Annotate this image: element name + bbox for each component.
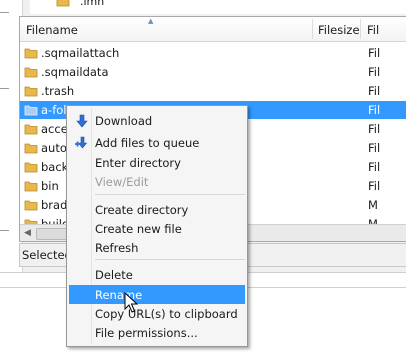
menu-item-file-permissions[interactable]: File permissions...: [69, 323, 245, 342]
column-filename[interactable]: Filename: [26, 23, 78, 37]
menu-item-create-new-file[interactable]: Create new file: [69, 219, 245, 238]
file-type: Fil: [368, 160, 381, 174]
folder-icon: [56, 0, 70, 7]
menu-item-enter-directory[interactable]: Enter directory: [69, 153, 245, 172]
tree-guide: [0, 12, 9, 13]
folder-icon: [24, 179, 38, 192]
menu-item-create-directory[interactable]: Create directory: [69, 200, 245, 219]
sort-indicator-icon: ▲: [148, 17, 154, 25]
file-name: bin: [41, 179, 59, 193]
menu-item-label: Create directory: [95, 203, 189, 217]
menu-item-rename[interactable]: Rename: [69, 285, 245, 304]
context-menu: Download Add files to queue Enter director…: [66, 105, 248, 347]
column-divider[interactable]: [360, 19, 361, 39]
file-type: Fil: [368, 46, 381, 60]
status-text: Selected: [22, 248, 72, 262]
folder-icon: [24, 46, 38, 59]
download-arrow-icon: [76, 114, 88, 128]
menu-item-label: View/Edit: [95, 175, 149, 189]
file-row[interactable]: .sqmaildata Fil: [20, 63, 406, 81]
tree-guide: [0, 230, 9, 231]
file-row[interactable]: .sqmailattach Fil: [20, 44, 406, 62]
menu-item-label: Delete: [95, 268, 133, 282]
file-type: Fil: [368, 141, 381, 155]
column-header: ▲ Filename Filesize Fil: [20, 17, 406, 42]
file-type: Fil: [368, 179, 381, 193]
file-type: Fil: [368, 103, 381, 117]
file-type: Fil: [368, 122, 381, 136]
mouse-pointer-icon: [124, 292, 138, 313]
scroll-left-arrow-icon[interactable]: ◀: [24, 228, 31, 238]
menu-item-label: File permissions...: [95, 326, 198, 340]
folder-icon: [24, 198, 38, 211]
folder-icon: [24, 141, 38, 154]
add-to-queue-icon: [75, 136, 88, 149]
menu-item-view-edit: View/Edit: [69, 172, 245, 191]
file-name: .sqmailattach: [41, 46, 120, 60]
menu-item-label: Enter directory: [95, 156, 181, 170]
file-type: Fil: [368, 65, 381, 79]
file-name: .trash: [41, 84, 75, 98]
column-divider[interactable]: [312, 19, 313, 39]
menu-item-copy-url-s-to-clipboard[interactable]: Copy URL(s) to clipboard: [69, 304, 245, 323]
file-name: .sqmaildata: [41, 65, 109, 79]
file-type: Fil: [368, 84, 381, 98]
menu-item-add-files-to-queue[interactable]: Add files to queue: [69, 133, 245, 152]
folder-icon: [24, 84, 38, 97]
folder-icon: [24, 160, 38, 173]
column-filetype[interactable]: Fil: [367, 23, 379, 37]
menu-item-download[interactable]: Download: [69, 111, 245, 130]
file-row[interactable]: .trash Fil: [20, 82, 406, 100]
folder-icon: [24, 103, 38, 116]
partial-item-label: .imh: [80, 0, 105, 8]
partial-list-item[interactable]: .imh: [30, 0, 406, 14]
menu-item-delete[interactable]: Delete: [69, 265, 245, 284]
menu-item-label: Add files to queue: [95, 136, 200, 150]
file-type: M: [368, 198, 378, 212]
menu-item-label: Refresh: [95, 241, 139, 255]
tree-guide: [0, 88, 9, 89]
column-filesize[interactable]: Filesize: [318, 23, 360, 37]
menu-item-label: Copy URL(s) to clipboard: [95, 307, 238, 321]
menu-item-label: Create new file: [95, 222, 182, 236]
menu-item-refresh[interactable]: Refresh: [69, 238, 245, 257]
folder-icon: [24, 122, 38, 135]
file-name: a-fol: [41, 103, 67, 117]
menu-separator: [95, 259, 245, 260]
menu-item-label: Download: [95, 114, 153, 128]
folder-icon: [24, 65, 38, 78]
menu-separator: [95, 194, 245, 195]
file-name: back: [41, 160, 69, 174]
